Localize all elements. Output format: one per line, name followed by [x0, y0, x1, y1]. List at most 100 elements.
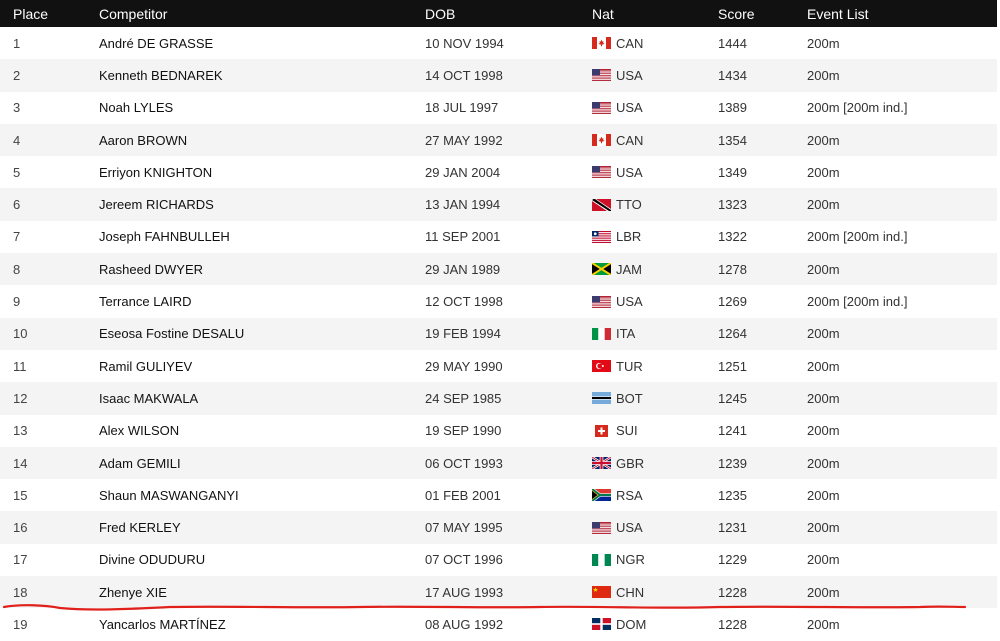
competitor-link[interactable]: Joseph FAHNBULLEH — [99, 229, 230, 244]
nat-cell: USA — [592, 68, 643, 83]
table-row: 12 Isaac MAKWALA 24 SEP 1985 BOT 1245 200m — [0, 382, 997, 415]
competitor-link[interactable]: Yancarlos MARTÍNEZ — [99, 617, 226, 632]
dom-flag-icon — [592, 618, 611, 631]
competitor-link[interactable]: Fred KERLEY — [99, 520, 181, 535]
dob-cell: 07 MAY 1995 — [425, 520, 503, 536]
competitor-link[interactable]: Rasheed DWYER — [99, 262, 203, 277]
header-place[interactable]: Place — [13, 6, 48, 22]
place-cell: 8 — [13, 261, 21, 277]
nat-code: ITA — [616, 326, 636, 342]
place-cell: 3 — [13, 100, 21, 116]
nat-cell: LBR — [592, 229, 641, 244]
nat-cell: USA — [592, 294, 643, 309]
usa-flag-icon — [592, 521, 611, 534]
place-cell: 11 — [13, 358, 27, 374]
nat-code: USA — [616, 67, 643, 83]
lbr-flag-icon — [592, 230, 611, 243]
ita-flag-icon — [592, 327, 611, 340]
dob-cell: 06 OCT 1993 — [425, 455, 503, 471]
nat-cell: SUI — [592, 423, 638, 438]
nat-code: BOT — [616, 390, 643, 406]
event-list-cell: 200m — [807, 423, 840, 439]
tur-flag-icon — [592, 360, 611, 373]
score-cell: 1278 — [718, 261, 747, 277]
dob-cell: 29 JAN 1989 — [425, 261, 501, 277]
nat-code: USA — [616, 164, 643, 180]
competitor-link[interactable]: Ramil GULIYEV — [99, 359, 192, 374]
event-list-cell: 200m [200m ind.] — [807, 100, 908, 116]
competitor-link[interactable]: André DE GRASSE — [99, 36, 213, 51]
header-dob[interactable]: DOB — [425, 6, 455, 22]
usa-flag-icon — [592, 69, 611, 82]
nat-code: TUR — [616, 358, 643, 374]
competitor-link[interactable]: Eseosa Fostine DESALU — [99, 326, 244, 341]
usa-flag-icon — [592, 101, 611, 114]
competitor-link[interactable]: Adam GEMILI — [99, 456, 181, 471]
nat-cell: ITA — [592, 326, 635, 341]
dob-cell: 19 SEP 1990 — [425, 423, 502, 439]
header-competitor[interactable]: Competitor — [99, 6, 167, 22]
competitor-link[interactable]: Isaac MAKWALA — [99, 391, 198, 406]
competitor-link[interactable]: Terrance LAIRD — [99, 294, 191, 309]
event-list-cell: 200m — [807, 67, 840, 83]
competitor-link[interactable]: Shaun MASWANGANYI — [99, 488, 239, 503]
nat-code: JAM — [616, 261, 642, 277]
nat-cell: JAM — [592, 262, 642, 277]
red-underline-annotation — [2, 604, 967, 611]
table-row: 16 Fred KERLEY 07 MAY 1995 USA 1231 200m — [0, 511, 997, 544]
score-cell: 1228 — [718, 616, 747, 632]
event-list-cell: 200m — [807, 358, 840, 374]
dob-cell: 12 OCT 1998 — [425, 294, 503, 310]
event-list-cell: 200m [200m ind.] — [807, 294, 908, 310]
nat-cell: NGR — [592, 552, 645, 567]
score-cell: 1239 — [718, 455, 747, 471]
header-nat[interactable]: Nat — [592, 6, 614, 22]
place-cell: 15 — [13, 487, 28, 503]
dob-cell: 29 MAY 1990 — [425, 358, 503, 374]
dob-cell: 11 SEP 2001 — [425, 229, 501, 245]
competitor-link[interactable]: Alex WILSON — [99, 423, 179, 438]
competitor-link[interactable]: Aaron BROWN — [99, 133, 187, 148]
place-cell: 19 — [13, 616, 28, 632]
event-list-cell: 200m — [807, 261, 840, 277]
table-row: 13 Alex WILSON 19 SEP 1990 SUI 1241 200m — [0, 415, 997, 447]
place-cell: 2 — [13, 67, 21, 83]
nat-code: CAN — [616, 35, 644, 51]
place-cell: 13 — [13, 423, 28, 439]
event-list-cell: 200m — [807, 164, 840, 180]
competitor-link[interactable]: Kenneth BEDNAREK — [99, 68, 223, 83]
event-list-cell: 200m — [807, 520, 840, 536]
place-cell: 17 — [13, 552, 28, 568]
table-row: 6 Jereem RICHARDS 13 JAN 1994 TTO 1323 200m — [0, 188, 997, 221]
place-cell: 14 — [13, 455, 28, 471]
nat-code: USA — [616, 100, 643, 116]
event-list-cell: 200m — [807, 326, 840, 342]
dob-cell: 13 JAN 1994 — [425, 197, 501, 213]
nat-cell: DOM — [592, 617, 646, 632]
header-event-list[interactable]: Event List — [807, 6, 868, 22]
event-list-cell: 200m — [807, 552, 840, 568]
nat-code: LBR — [616, 229, 642, 245]
dob-cell: 07 OCT 1996 — [425, 552, 503, 568]
competitor-link[interactable]: Divine ODUDURU — [99, 552, 205, 567]
nat-code: TTO — [616, 197, 642, 213]
competitor-link[interactable]: Jereem RICHARDS — [99, 197, 214, 212]
usa-flag-icon — [592, 166, 611, 179]
competitor-link[interactable]: Erriyon KNIGHTON — [99, 165, 212, 180]
competitor-link[interactable]: Noah LYLES — [99, 100, 173, 115]
rankings-table: Place Competitor DOB Nat Score Event Lis… — [0, 0, 997, 641]
tto-flag-icon — [592, 198, 611, 211]
header-score[interactable]: Score — [718, 6, 755, 22]
table-row: 5 Erriyon KNIGHTON 29 JAN 2004 USA 1349 200m — [0, 156, 997, 188]
table-row: 3 Noah LYLES 18 JUL 1997 USA 1389 200m [200m … — [0, 92, 997, 124]
nat-code: SUI — [616, 423, 638, 439]
score-cell: 1322 — [718, 229, 747, 245]
score-cell: 1229 — [718, 552, 747, 568]
score-cell: 1434 — [718, 67, 747, 83]
table-header: Place Competitor DOB Nat Score Event Lis… — [0, 0, 997, 27]
table-body: 1 André DE GRASSE 10 NOV 1994 CAN 1444 200m 2 K… — [0, 27, 997, 641]
usa-flag-icon — [592, 295, 611, 308]
nat-cell: CAN — [592, 133, 643, 148]
dob-cell: 18 JUL 1997 — [425, 100, 499, 116]
nat-cell: BOT — [592, 391, 643, 406]
